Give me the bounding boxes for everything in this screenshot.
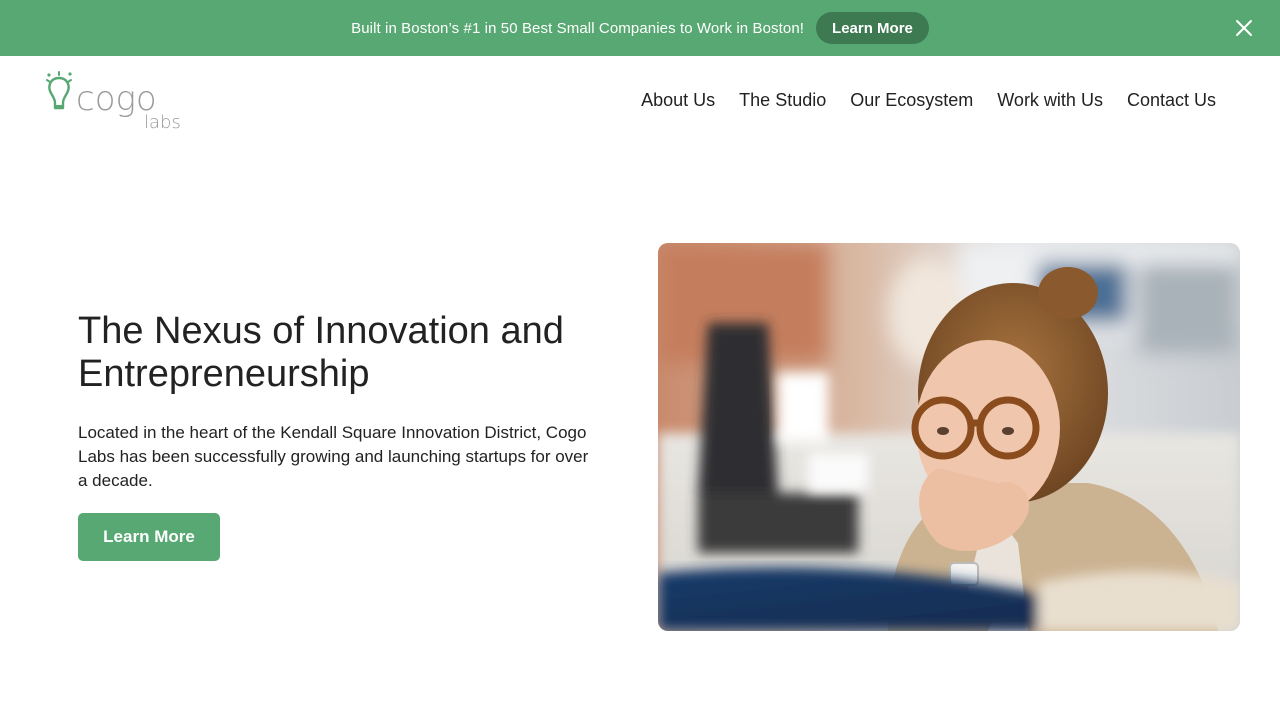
lightbulb-icon	[46, 71, 72, 110]
hero-description: Located in the heart of the Kendall Squa…	[78, 423, 589, 490]
hero-title: The Nexus of Innovation and Entrepreneur…	[78, 310, 564, 395]
nav-item-about-us[interactable]: About Us	[641, 90, 715, 111]
nav-item-our-ecosystem[interactable]: Our Ecosystem	[850, 90, 973, 111]
logo[interactable]: cogo labs	[44, 70, 186, 134]
announcement-learn-more-button[interactable]: Learn More	[816, 12, 929, 44]
close-icon[interactable]	[1234, 18, 1254, 38]
svg-text:labs: labs	[144, 112, 181, 133]
hero-learn-more-button[interactable]: Learn More	[78, 513, 220, 561]
announcement-bar: Built in Boston’s #1 in 50 Best Small Co…	[0, 0, 1280, 56]
nav-item-the-studio[interactable]: The Studio	[739, 90, 826, 111]
nav-item-work-with-us[interactable]: Work with Us	[997, 90, 1103, 111]
announcement-text: Built in Boston’s #1 in 50 Best Small Co…	[351, 19, 805, 37]
nav-item-contact-us[interactable]: Contact Us	[1127, 90, 1216, 111]
hero-image	[658, 243, 1240, 631]
main-nav: About Us The Studio Our Ecosystem Work w…	[641, 90, 1216, 111]
